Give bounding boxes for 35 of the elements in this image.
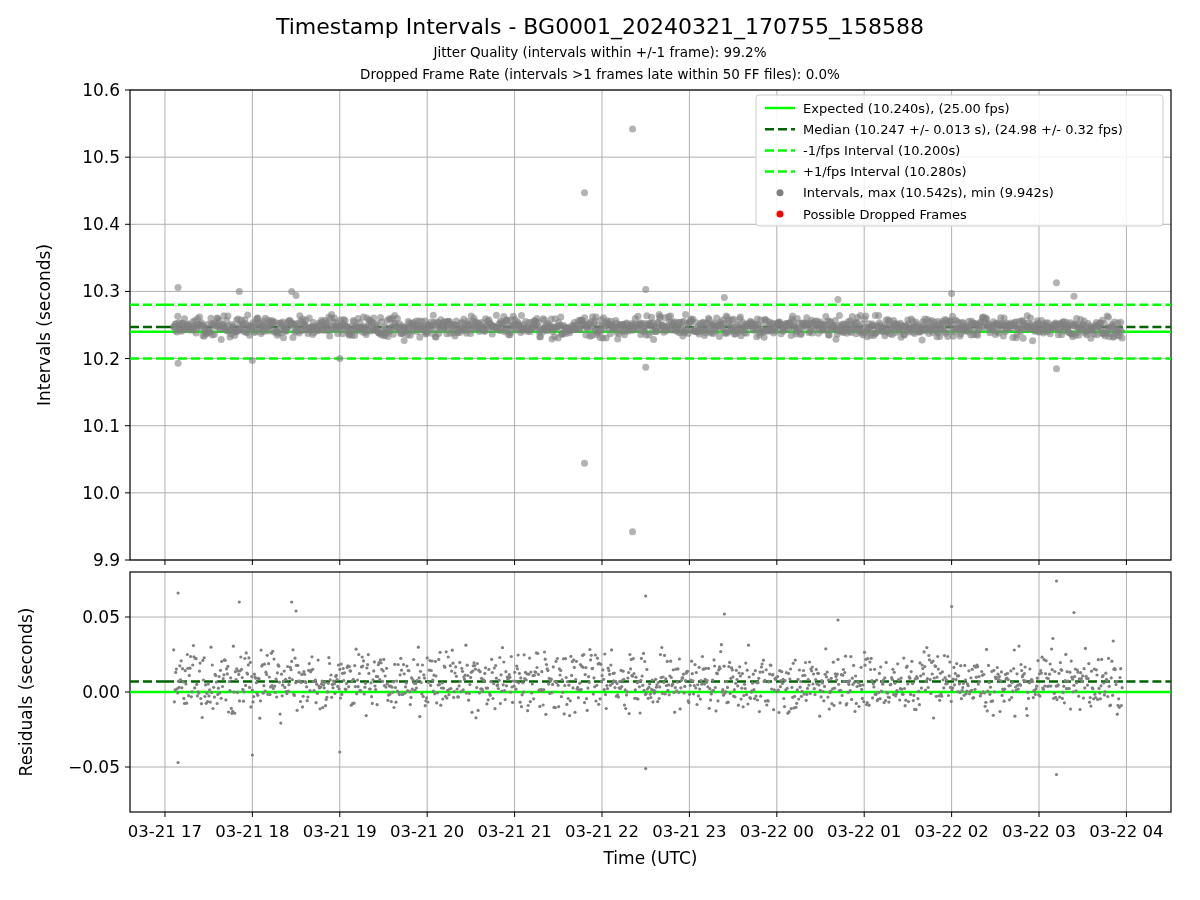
legend-label: Possible Dropped Frames [803, 206, 967, 222]
x-axis-label: Time (UTC) [603, 848, 698, 868]
chart-subtitle: Dropped Frame Rate (intervals >1 frames late within 50 FF files): 0.0% [360, 65, 840, 84]
legend-label: Expected (10.240s), (25.00 fps) [803, 100, 1010, 116]
y-axis-label: Residuals (seconds) [16, 607, 36, 777]
y-axis-label: Intervals (seconds) [34, 243, 54, 407]
y-tick-label: 0.05 [82, 607, 120, 627]
legend-label: +1/fps Interval (10.280s) [803, 164, 967, 180]
y-tick-label: 0.00 [82, 682, 120, 702]
x-tick-label: 03-22 04 [1089, 822, 1164, 841]
x-tick-label: 03-22 03 [1001, 822, 1077, 841]
x-tick-label: 03-21 22 [564, 822, 640, 841]
y-tick-label: 10.2 [82, 348, 120, 369]
x-tick-label: 03-22 02 [914, 822, 989, 841]
y-tick-label: 10.3 [82, 281, 120, 302]
x-tick-label: 03-21 21 [477, 822, 552, 841]
legend-label: Median (10.247 +/- 0.013 s), (24.98 +/- 0.32 fps) [803, 121, 1123, 137]
chart-title: Timestamp Intervals - BG0001_20240321_170755_158588 [275, 13, 925, 41]
x-tick-label: 03-22 01 [827, 822, 902, 841]
chart-subtitle: Jitter Quality (intervals within +/-1 frame): 99.2% [433, 43, 767, 62]
y-tick-label: 10.6 [82, 80, 120, 100]
y-tick-label: 10.5 [82, 147, 120, 168]
x-tick-label: 03-21 18 [215, 822, 290, 841]
x-tick-label: 03-21 23 [652, 822, 727, 841]
x-tick-label: 03-21 19 [302, 822, 377, 841]
legend-label: Intervals, max (10.542s), min (9.942s) [803, 185, 1054, 201]
y-tick-label: −0.05 [67, 757, 120, 777]
y-tick-label: 9.9 [92, 550, 120, 570]
y-tick-label: 10.0 [82, 482, 120, 503]
legend-label: -1/fps Interval (10.200s) [803, 142, 961, 158]
x-tick-label: 03-21 20 [390, 822, 465, 841]
y-tick-label: 10.1 [82, 415, 120, 436]
x-tick-label: 03-22 00 [739, 822, 814, 841]
x-tick-label: 03-21 17 [127, 822, 203, 841]
y-tick-label: 10.4 [82, 214, 120, 235]
